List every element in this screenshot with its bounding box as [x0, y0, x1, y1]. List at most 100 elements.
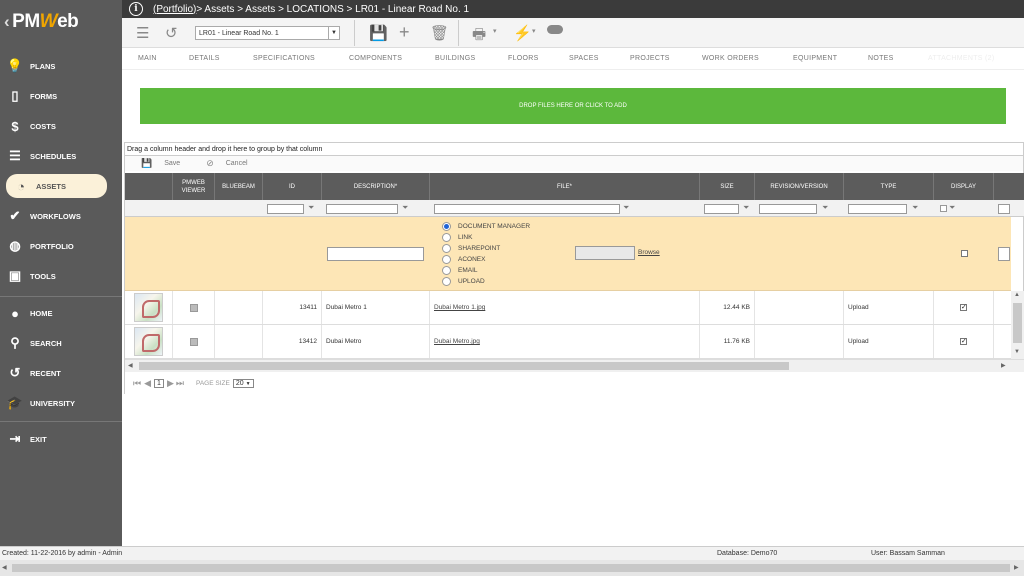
- filter-icon[interactable]: ⏷: [308, 203, 314, 213]
- table-row[interactable]: 13412 Dubai Metro Dubai Metro.jpg 11.76 …: [125, 325, 1011, 359]
- print-icon[interactable]: 🖶: [472, 24, 486, 49]
- source-option-link[interactable]: LINK: [442, 233, 472, 242]
- chevron-down-icon[interactable]: ▼: [328, 27, 339, 39]
- column-size[interactable]: SIZE: [700, 173, 755, 200]
- delete-icon[interactable]: 🗑: [430, 24, 449, 42]
- tab-specifications[interactable]: SPECIFICATIONS: [253, 55, 315, 62]
- next-page-icon[interactable]: ▶: [167, 378, 174, 389]
- list-view-icon[interactable]: ☰: [136, 24, 149, 42]
- scroll-thumb[interactable]: [139, 362, 789, 370]
- sidebar-item-costs[interactable]: $ COSTS: [0, 114, 122, 138]
- record-select[interactable]: LR01 - Linear Road No. 1 ▼: [195, 26, 340, 40]
- table-row[interactable]: 13411 Dubai Metro 1 Dubai Metro 1.jpg 12…: [125, 291, 1011, 325]
- tab-buildings[interactable]: BUILDINGS: [435, 55, 475, 62]
- pmweb-logo[interactable]: ‹ PM Web: [0, 0, 122, 44]
- sidebar-item-portfolio[interactable]: ◍ PORTFOLIO: [0, 234, 122, 258]
- description-filter-input[interactable]: [326, 204, 398, 214]
- source-option-email[interactable]: EMAIL: [442, 266, 478, 275]
- filter-icon[interactable]: ⏷: [402, 203, 408, 213]
- sidebar-item-forms[interactable]: ▯ FORMS: [0, 84, 122, 108]
- radio[interactable]: [442, 255, 451, 264]
- radio[interactable]: [442, 244, 451, 253]
- info-icon[interactable]: i: [129, 2, 143, 16]
- scroll-left-icon[interactable]: ◀: [128, 362, 133, 369]
- viewer-icon[interactable]: [189, 303, 198, 312]
- radio-selected[interactable]: [442, 222, 451, 231]
- scroll-right-icon[interactable]: ▶: [1014, 564, 1019, 571]
- column-bluebeam[interactable]: BLUEBEAM: [215, 173, 263, 200]
- save-icon[interactable]: 💾: [369, 24, 388, 42]
- image-thumbnail[interactable]: [134, 293, 163, 322]
- scroll-right-icon[interactable]: ▶: [1001, 362, 1006, 369]
- source-option-aconex[interactable]: ACONEX: [442, 255, 485, 264]
- file-dropzone[interactable]: DROP FILES HERE OR CLICK TO ADD: [140, 88, 1006, 124]
- tab-floors[interactable]: FLOORS: [508, 55, 539, 62]
- scroll-left-icon[interactable]: ◀: [2, 564, 7, 571]
- display-checkbox-checked[interactable]: ✓: [960, 304, 967, 311]
- add-icon[interactable]: +: [399, 22, 410, 43]
- radio[interactable]: [442, 277, 451, 286]
- revision-filter-input[interactable]: [759, 204, 817, 214]
- source-option-sharepoint[interactable]: SHAREPOINT: [442, 244, 500, 253]
- tab-attachments[interactable]: ATTACHMENTS (2): [928, 55, 994, 62]
- sidebar-item-exit[interactable]: ⇥ EXIT: [0, 427, 122, 451]
- scroll-up-icon[interactable]: ▲: [1014, 292, 1020, 298]
- column-file[interactable]: FILE*: [430, 173, 700, 200]
- tab-spaces[interactable]: SPACES: [569, 55, 599, 62]
- size-filter-input[interactable]: [704, 204, 739, 214]
- display-checkbox-checked[interactable]: ✓: [960, 338, 967, 345]
- history-icon[interactable]: ↺: [165, 24, 178, 42]
- radio[interactable]: [442, 266, 451, 275]
- sidebar-item-recent[interactable]: ↺ RECENT: [0, 361, 122, 385]
- scroll-thumb[interactable]: [1013, 303, 1022, 343]
- tab-notes[interactable]: NOTES: [868, 55, 894, 62]
- sidebar-item-home[interactable]: ● HOME: [0, 301, 122, 325]
- filter-icon[interactable]: ⏷: [623, 203, 629, 213]
- filter-icon[interactable]: ⏷: [743, 203, 749, 213]
- tab-equipment[interactable]: EQUIPMENT: [793, 55, 837, 62]
- scroll-thumb[interactable]: [12, 564, 1010, 572]
- tab-projects[interactable]: PROJECTS: [630, 55, 670, 62]
- vertical-scrollbar[interactable]: ▲ ▼: [1011, 291, 1024, 359]
- more-filter-input[interactable]: [998, 204, 1010, 214]
- type-filter-input[interactable]: [848, 204, 907, 214]
- display-filter-checkbox[interactable]: [940, 205, 947, 212]
- file-link[interactable]: Dubai Metro.jpg: [434, 338, 480, 345]
- file-path-input[interactable]: [575, 246, 635, 260]
- column-type[interactable]: TYPE: [844, 173, 934, 200]
- column-display[interactable]: DISPLAY: [934, 173, 994, 200]
- more-input[interactable]: [998, 247, 1010, 261]
- column-id[interactable]: ID: [263, 173, 322, 200]
- first-page-icon[interactable]: ⏮: [133, 378, 141, 389]
- file-link[interactable]: Dubai Metro 1.jpg: [434, 304, 485, 311]
- source-option-document-manager[interactable]: DOCUMENT MANAGER: [442, 222, 530, 231]
- display-checkbox[interactable]: [961, 250, 968, 257]
- id-filter-input[interactable]: [267, 204, 304, 214]
- sidebar-item-workflows[interactable]: ✔ WORKFLOWS: [0, 204, 122, 228]
- save-button[interactable]: 💾 Save: [133, 158, 180, 169]
- sidebar-item-plans[interactable]: 💡 PLANS: [0, 54, 122, 78]
- column-description[interactable]: DESCRIPTION*: [322, 173, 430, 200]
- page-size-select[interactable]: 20 ▼: [232, 378, 254, 388]
- column-revision[interactable]: REVISION/VERSION: [755, 173, 844, 200]
- column-viewer[interactable]: PMWEB VIEWER: [173, 173, 215, 200]
- filter-icon[interactable]: ⏷: [949, 203, 955, 213]
- tab-work-orders[interactable]: WORK ORDERS: [702, 55, 759, 62]
- image-thumbnail[interactable]: [134, 327, 163, 356]
- tab-details[interactable]: DETAILS: [189, 55, 220, 62]
- viewer-icon[interactable]: [189, 337, 198, 346]
- lightning-icon[interactable]: ⚡: [513, 24, 532, 42]
- sidebar-item-schedules[interactable]: ☰ SCHEDULES: [0, 144, 122, 168]
- file-filter-input[interactable]: [434, 204, 620, 214]
- chevron-down-icon[interactable]: ▾: [532, 27, 536, 35]
- filter-icon[interactable]: ⏷: [822, 203, 828, 213]
- horizontal-scrollbar[interactable]: ◀ ▶: [125, 359, 1024, 372]
- radio[interactable]: [442, 233, 451, 242]
- description-input[interactable]: [327, 247, 424, 261]
- page-horizontal-scrollbar[interactable]: ◀ ▶: [0, 560, 1024, 576]
- sidebar-item-tools[interactable]: ▣ TOOLS: [0, 264, 122, 288]
- source-option-upload[interactable]: UPLOAD: [442, 277, 485, 286]
- browse-link[interactable]: Browse: [638, 249, 660, 256]
- chevron-left-icon[interactable]: ‹: [4, 12, 10, 32]
- prev-page-icon[interactable]: ◀: [144, 378, 151, 389]
